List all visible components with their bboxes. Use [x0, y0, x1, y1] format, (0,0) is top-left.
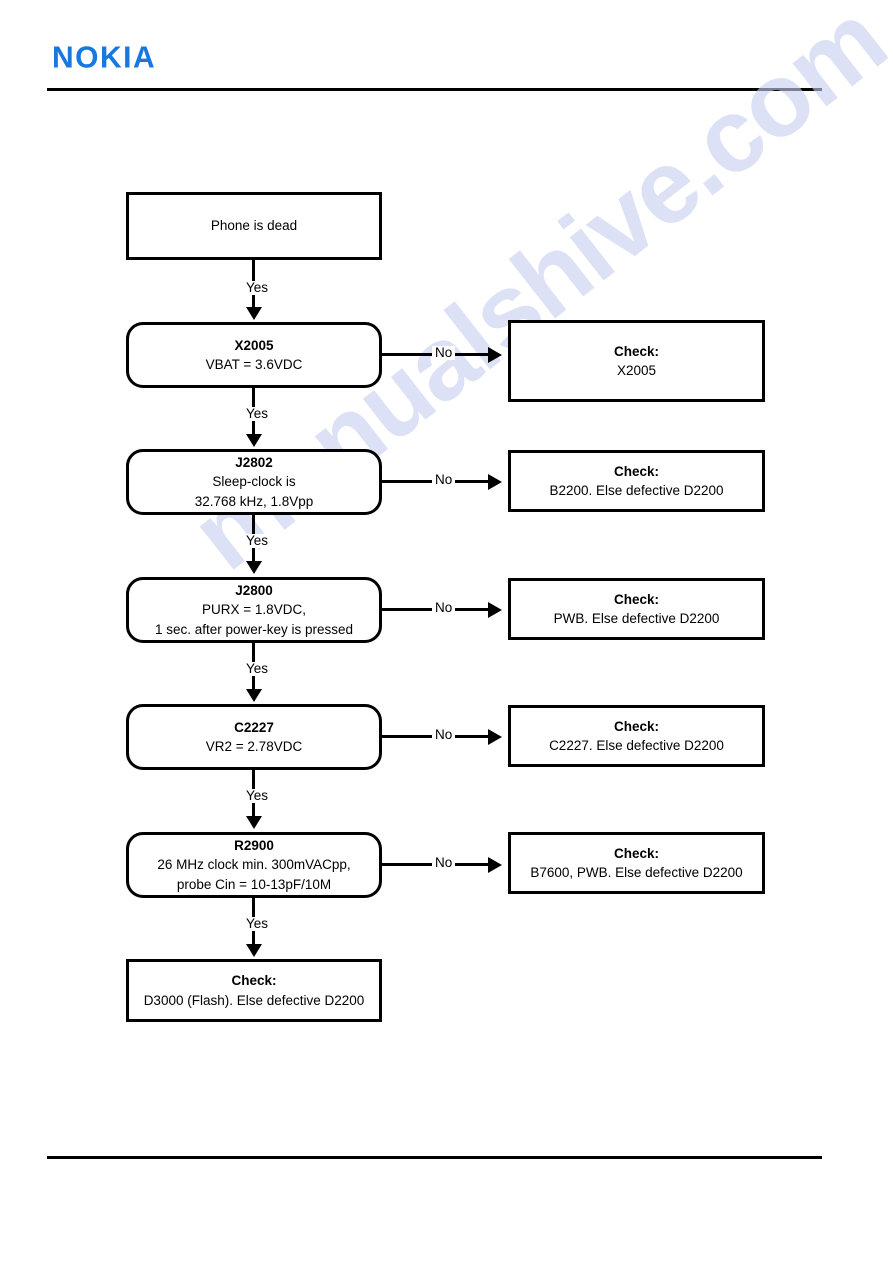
arrow-j2800-to-c2227 [246, 689, 262, 702]
flow-node-j2800: J2800 PURX = 1.8VDC, 1 sec. after power-… [126, 577, 382, 643]
arrow-c2227-to-r2900 [246, 816, 262, 829]
flow-node-check-r2900: Check: B7600, PWB. Else defective D2200 [508, 832, 765, 894]
edge-label-no-2: No [432, 473, 456, 487]
flow-node-check-j2802: Check: B2200. Else defective D2200 [508, 450, 765, 512]
flow-node-check-j2802-line-1: B2200. Else defective D2200 [549, 483, 724, 498]
flow-node-check-r2900-title: Check: [613, 845, 659, 861]
flow-node-c2227-title: C2227 [234, 719, 274, 735]
flow-node-start: Phone is dead [126, 192, 382, 260]
flow-node-check-j2800-line-1: PWB. Else defective D2200 [553, 611, 720, 626]
flow-node-check-x2005: Check: X2005 [508, 320, 765, 402]
flow-node-j2802: J2802 Sleep-clock is 32.768 kHz, 1.8Vpp [126, 449, 382, 515]
arrow-j2802-no [488, 474, 502, 490]
edge-label-yes-5: Yes [243, 789, 272, 803]
flow-node-check-j2800: Check: PWB. Else defective D2200 [508, 578, 765, 640]
arrow-c2227-no [488, 729, 502, 745]
edge-label-yes-2: Yes [243, 407, 272, 421]
arrow-r2900-no [488, 857, 502, 873]
troubleshooting-flowchart: Phone is dead Yes X2005 VBAT = 3.6VDC No… [0, 0, 893, 1263]
flow-node-c2227-line-1: VR2 = 2.78VDC [205, 739, 303, 754]
flow-node-c2227: C2227 VR2 = 2.78VDC [126, 704, 382, 770]
edge-label-no-3: No [432, 601, 456, 615]
edge-label-yes-6: Yes [243, 917, 272, 931]
flow-node-x2005: X2005 VBAT = 3.6VDC [126, 322, 382, 388]
flow-node-j2800-title: J2800 [235, 583, 273, 599]
edge-label-no-5: No [432, 856, 456, 870]
flow-node-end-line-1: D3000 (Flash). Else defective D2200 [143, 992, 365, 1008]
footer-divider [47, 1156, 822, 1159]
flow-node-x2005-line-1: VBAT = 3.6VDC [205, 357, 303, 372]
flow-node-j2800-line-2: 1 sec. after power-key is pressed [154, 621, 354, 637]
flow-node-end-title: Check: [231, 973, 277, 989]
arrow-r2900-to-end [246, 944, 262, 957]
flow-node-j2802-line-2: 32.768 kHz, 1.8Vpp [194, 493, 314, 509]
flow-node-check-x2005-line-1: X2005 [616, 363, 657, 378]
edge-label-yes-1: Yes [243, 281, 272, 295]
flow-node-check-j2802-title: Check: [613, 463, 659, 479]
edge-label-no-4: No [432, 728, 456, 742]
flow-node-start-label: Phone is dead [210, 218, 298, 234]
flow-node-j2802-title: J2802 [235, 455, 273, 471]
edge-label-no-1: No [432, 346, 456, 360]
document-page: NOKIA manualshive.com Phone is dead Yes … [0, 0, 893, 1263]
flow-node-r2900-title: R2900 [234, 838, 274, 854]
flow-node-r2900-line-1: 26 MHz clock min. 300mVACpp, [157, 857, 351, 873]
flow-node-check-c2227-title: Check: [613, 718, 659, 734]
arrow-x2005-no [488, 347, 502, 363]
flow-node-end: Check: D3000 (Flash). Else defective D22… [126, 959, 382, 1022]
arrow-j2800-no [488, 602, 502, 618]
flow-node-check-c2227: Check: C2227. Else defective D2200 [508, 705, 765, 767]
flow-node-r2900: R2900 26 MHz clock min. 300mVACpp, probe… [126, 832, 382, 898]
flow-node-check-c2227-line-1: C2227. Else defective D2200 [549, 738, 724, 753]
flow-node-check-x2005-title: Check: [613, 343, 659, 359]
arrow-j2802-to-j2800 [246, 561, 262, 574]
arrow-x2005-to-j2802 [246, 434, 262, 447]
flow-node-x2005-title: X2005 [234, 337, 274, 353]
arrow-start-to-x2005 [246, 307, 262, 320]
flow-node-j2802-line-1: Sleep-clock is [212, 474, 296, 490]
edge-label-yes-3: Yes [243, 534, 272, 548]
flow-node-j2800-line-1: PURX = 1.8VDC, [202, 602, 306, 618]
flow-node-check-r2900-line-1: B7600, PWB. Else defective D2200 [530, 865, 743, 880]
flow-node-check-j2800-title: Check: [613, 591, 659, 607]
flow-node-r2900-line-2: probe Cin = 10-13pF/10M [176, 876, 332, 892]
edge-label-yes-4: Yes [243, 662, 272, 676]
